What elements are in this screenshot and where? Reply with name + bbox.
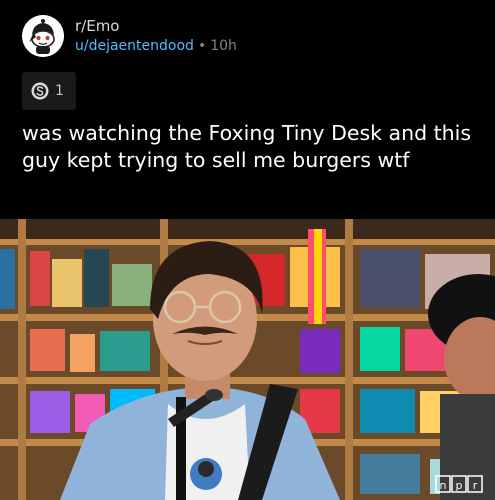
author-link[interactable]: u/dejaentendood — [75, 38, 194, 54]
snoo-avatar-icon — [22, 15, 64, 57]
award-chip[interactable]: 1 — [22, 72, 76, 110]
post-age: 10h — [210, 38, 237, 54]
post-meta: u/dejaentendood • 10h — [75, 37, 237, 55]
meta-separator: • — [197, 38, 207, 54]
award-count: 1 — [55, 83, 64, 99]
post-title[interactable]: was watching the Foxing Tiny Desk and th… — [22, 120, 482, 174]
post-image[interactable]: n p r — [0, 219, 495, 500]
svg-text:r: r — [473, 479, 478, 492]
svg-text:n: n — [440, 479, 447, 492]
silver-award-icon — [31, 82, 49, 100]
svg-text:p: p — [456, 479, 463, 492]
subreddit-name[interactable]: r/Emo — [75, 17, 120, 35]
post-header: r/Emo u/dejaentendood • 10h — [22, 15, 482, 59]
concert-photo: n p r — [0, 219, 495, 500]
subreddit-avatar[interactable] — [22, 15, 64, 57]
